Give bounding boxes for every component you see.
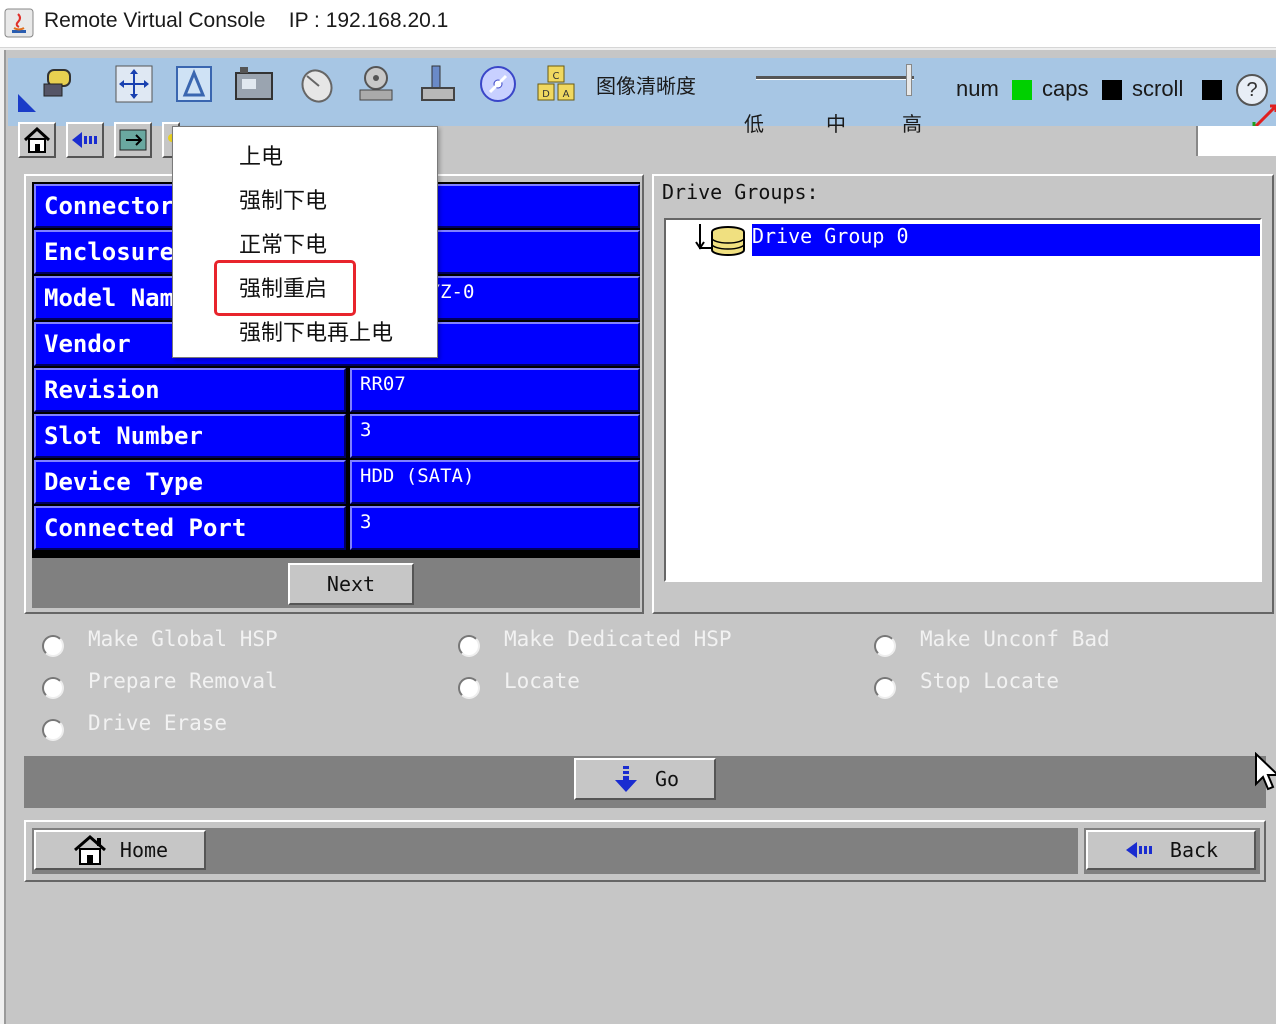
screen-capture-icon[interactable] (172, 62, 216, 106)
cd-dvd-icon[interactable] (476, 62, 520, 106)
home-icon (73, 835, 106, 865)
caps-lock-indicator (1102, 80, 1122, 100)
power-context-menu: 上电 强制下电 正常下电 强制重启 强制下电再上电 (172, 126, 438, 358)
move-arrows-icon[interactable] (112, 62, 156, 106)
next-button-area: Next (32, 558, 640, 608)
back-arrow-icon (1125, 842, 1152, 858)
key-combination-icon[interactable]: CD A (534, 62, 578, 106)
down-arrow-icon (614, 766, 637, 792)
scroll-lock-indicator (1202, 80, 1222, 100)
row-value-device-type: HDD (SATA) (350, 460, 640, 504)
option-locate[interactable]: Locate (504, 669, 580, 693)
back-nav-button[interactable] (66, 122, 104, 158)
image-quality-slider[interactable] (756, 76, 914, 80)
home-area: Home (32, 828, 1078, 874)
next-button[interactable]: Next (288, 563, 414, 605)
usb-drive-icon[interactable] (416, 62, 460, 106)
go-button[interactable]: Go (574, 758, 716, 800)
floppy-drive-icon[interactable] (354, 62, 398, 106)
image-quality-slider-thumb[interactable] (906, 64, 912, 96)
num-lock-indicator (1012, 80, 1032, 100)
status-field (1196, 126, 1276, 156)
radio-make-unconf-bad[interactable] (874, 635, 896, 657)
home-nav-button[interactable] (18, 122, 56, 158)
quality-tick-high: 高 (902, 112, 922, 136)
option-make-dedicated-hsp[interactable]: Make Dedicated HSP (504, 627, 732, 651)
drive-group-item[interactable]: Drive Group 0 (752, 224, 1260, 256)
row-value-slot-number: 3 (350, 414, 640, 458)
back-area: Back (1084, 828, 1260, 874)
go-bar: Go (24, 756, 1266, 808)
quality-tick-low: 低 (744, 112, 764, 136)
image-quality-label: 图像清晰度 (596, 74, 696, 98)
keyboard-mouse-icon[interactable] (38, 62, 82, 106)
java-app-icon (4, 8, 34, 38)
quality-tick-mid: 中 (826, 112, 846, 136)
radio-locate[interactable] (458, 677, 480, 699)
option-make-unconf-bad[interactable]: Make Unconf Bad (920, 627, 1110, 651)
row-label-slot-number: Slot Number (34, 414, 346, 458)
next-button-label: Next (326, 572, 376, 596)
row-label-revision: Revision (34, 368, 346, 412)
row-label-device-type: Device Type (34, 460, 346, 504)
home-button[interactable]: Home (34, 830, 206, 870)
menu-item-force-power-off[interactable]: 强制下电 (239, 183, 327, 215)
refresh-nav-button[interactable] (114, 122, 152, 158)
menu-item-force-power-cycle[interactable]: 强制下电再上电 (239, 315, 393, 347)
home-icon (23, 126, 51, 153)
kvm-toolbar: CDA 图像清晰度 低 中 高 num caps scroll ? (8, 58, 1276, 136)
back-button-label: Back (1169, 838, 1219, 862)
monitor-icon[interactable] (232, 62, 276, 106)
drive-groups-panel: Drive Groups: Drive Group 0 (652, 174, 1274, 614)
drive-group-database-icon (695, 224, 745, 256)
option-make-global-hsp[interactable]: Make Global HSP (88, 627, 278, 651)
row-value-revision: RR07 (350, 368, 640, 412)
footer-nav-bar: Home Back (24, 820, 1266, 882)
scroll-lock-label: scroll (1132, 76, 1184, 101)
drive-groups-tree[interactable]: Drive Group 0 (664, 218, 1262, 582)
menu-item-power-on[interactable]: 上电 (239, 139, 283, 171)
row-label-connected-port: Connected Port (34, 506, 346, 550)
radio-drive-erase[interactable] (42, 719, 64, 741)
option-prepare-removal[interactable]: Prepare Removal (88, 669, 278, 693)
refresh-icon (119, 129, 147, 151)
go-button-label: Go (654, 767, 680, 791)
option-stop-locate[interactable]: Stop Locate (920, 669, 1059, 693)
radio-prepare-removal[interactable] (42, 677, 64, 699)
row-value-connected-port: 3 (350, 506, 640, 550)
svg-text:C: C (553, 71, 560, 82)
window-titlebar: Remote Virtual Console IP : 192.168.20.1 (0, 0, 1276, 48)
mouse-icon[interactable] (294, 62, 338, 106)
back-button[interactable]: Back (1086, 830, 1256, 870)
window-title: Remote Virtual Console IP : 192.168.20.1 (44, 9, 449, 32)
svg-text:D: D (542, 89, 550, 100)
drive-groups-label: Drive Groups: (662, 180, 819, 204)
radio-make-dedicated-hsp[interactable] (458, 635, 480, 657)
menu-item-normal-power-off[interactable]: 正常下电 (239, 227, 327, 259)
mouse-cursor-icon (1255, 752, 1276, 791)
option-drive-erase[interactable]: Drive Erase (88, 711, 227, 735)
back-arrow-icon (72, 132, 97, 148)
highlight-annotation-box (214, 260, 356, 316)
radio-stop-locate[interactable] (874, 677, 896, 699)
svg-text:A: A (563, 89, 570, 100)
home-button-label: Home (119, 838, 169, 862)
num-lock-label: num (956, 76, 999, 101)
radio-make-global-hsp[interactable] (42, 635, 64, 657)
toolbar-corner-icon (18, 94, 36, 112)
caps-lock-label: caps (1042, 76, 1089, 101)
